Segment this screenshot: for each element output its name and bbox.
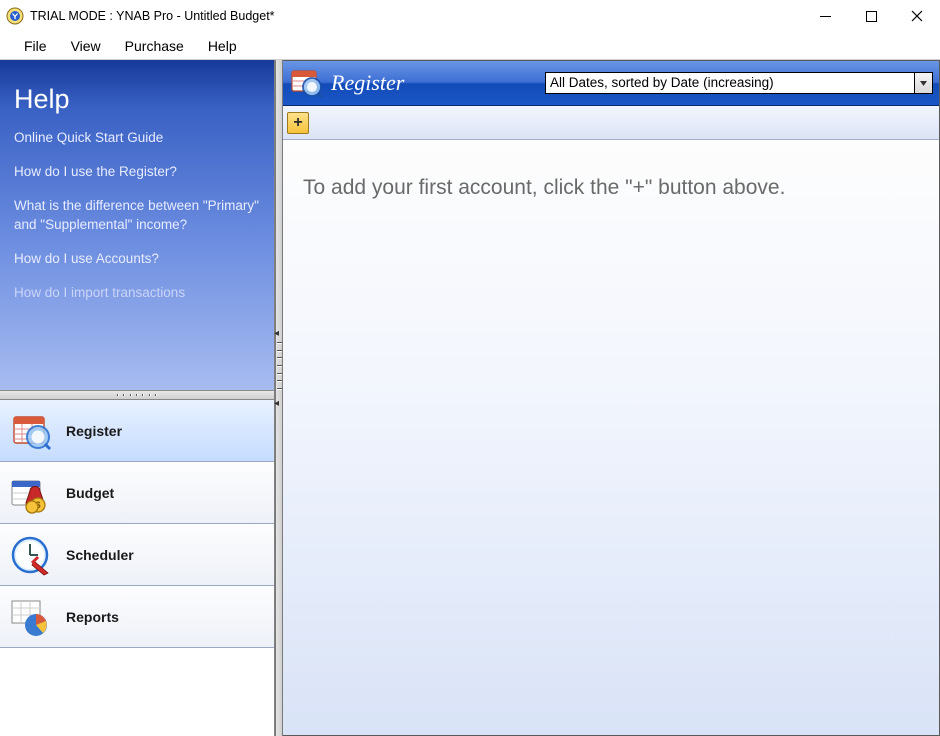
register-icon xyxy=(8,409,52,453)
menu-view[interactable]: View xyxy=(59,36,113,56)
nav-label: Scheduler xyxy=(66,547,134,563)
close-button[interactable] xyxy=(894,0,940,32)
register-title: Register xyxy=(331,70,404,96)
help-link-quickstart[interactable]: Online Quick Start Guide xyxy=(14,129,260,147)
nav-register[interactable]: Register xyxy=(0,400,274,462)
add-account-button[interactable]: + xyxy=(287,112,309,134)
menubar: File View Purchase Help xyxy=(0,32,940,60)
account-tabbar: + xyxy=(283,106,939,140)
sidebar: Help Online Quick Start Guide How do I u… xyxy=(0,60,275,736)
help-title: Help xyxy=(14,84,260,115)
nav-label: Budget xyxy=(66,485,114,501)
filter-text: All Dates, sorted by Date (increasing) xyxy=(546,73,914,93)
app-icon xyxy=(6,7,24,25)
window-title: TRIAL MODE : YNAB Pro - Untitled Budget* xyxy=(30,9,275,23)
minimize-button[interactable] xyxy=(802,0,848,32)
register-header: Register All Dates, sorted by Date (incr… xyxy=(283,61,939,106)
nav-reports[interactable]: Reports xyxy=(0,586,274,648)
budget-icon: $ xyxy=(8,471,52,515)
scheduler-icon xyxy=(8,533,52,577)
main-pane: Register All Dates, sorted by Date (incr… xyxy=(283,60,940,736)
filter-dropdown[interactable]: All Dates, sorted by Date (increasing) xyxy=(545,72,933,94)
reports-icon xyxy=(8,595,52,639)
help-panel: Help Online Quick Start Guide How do I u… xyxy=(0,60,274,390)
nav-scheduler[interactable]: Scheduler xyxy=(0,524,274,586)
register-header-icon xyxy=(289,66,323,100)
chevron-down-icon xyxy=(914,73,932,93)
menu-file[interactable]: File xyxy=(12,36,59,56)
titlebar: TRIAL MODE : YNAB Pro - Untitled Budget* xyxy=(0,0,940,32)
maximize-button[interactable] xyxy=(848,0,894,32)
help-link-accounts[interactable]: How do I use Accounts? xyxy=(14,250,260,268)
empty-hint: To add your first account, click the "+"… xyxy=(303,176,919,200)
help-link-register[interactable]: How do I use the Register? xyxy=(14,163,260,181)
help-link-income[interactable]: What is the difference between "Primary"… xyxy=(14,197,260,233)
menu-purchase[interactable]: Purchase xyxy=(113,36,196,56)
horizontal-splitter[interactable] xyxy=(0,390,274,400)
help-link-import[interactable]: How do I import transactions xyxy=(14,284,260,302)
nav-label: Register xyxy=(66,423,122,439)
register-body: To add your first account, click the "+"… xyxy=(283,140,939,735)
menu-help[interactable]: Help xyxy=(196,36,249,56)
nav-budget[interactable]: $ Budget xyxy=(0,462,274,524)
vertical-splitter[interactable]: ◂ ◂ xyxy=(275,60,283,736)
nav-label: Reports xyxy=(66,609,119,625)
